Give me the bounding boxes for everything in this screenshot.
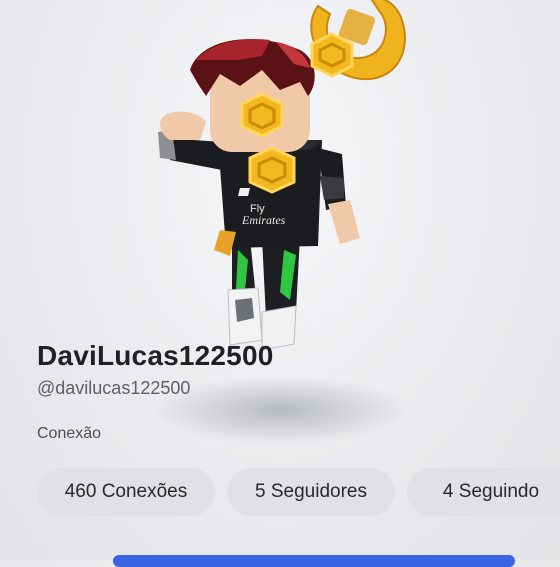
- shirt-text-line2: Emirates: [241, 213, 286, 227]
- gold-coin-icon: [310, 32, 354, 78]
- profile-handle: @davilucas122500: [37, 378, 191, 398]
- connections-label: 460 Conexões: [64, 481, 188, 502]
- gold-coin-icon: [248, 146, 296, 194]
- gold-coin-icon: [240, 92, 284, 138]
- connections-button[interactable]: 460 Conexões: [37, 468, 215, 516]
- followers-button[interactable]: 5 Seguidores: [227, 468, 395, 516]
- following-button[interactable]: 4 Seguindo: [407, 468, 560, 516]
- followers-label: 5 Seguidores: [255, 481, 367, 502]
- profile-status: Conexão: [37, 425, 102, 442]
- primary-action-button[interactable]: [113, 555, 515, 567]
- avatar-legs: [227, 236, 300, 351]
- following-label: 4 Seguindo: [442, 481, 540, 502]
- avatar-head: [190, 38, 315, 152]
- profile-display-name: DaviLucas122500: [37, 340, 274, 371]
